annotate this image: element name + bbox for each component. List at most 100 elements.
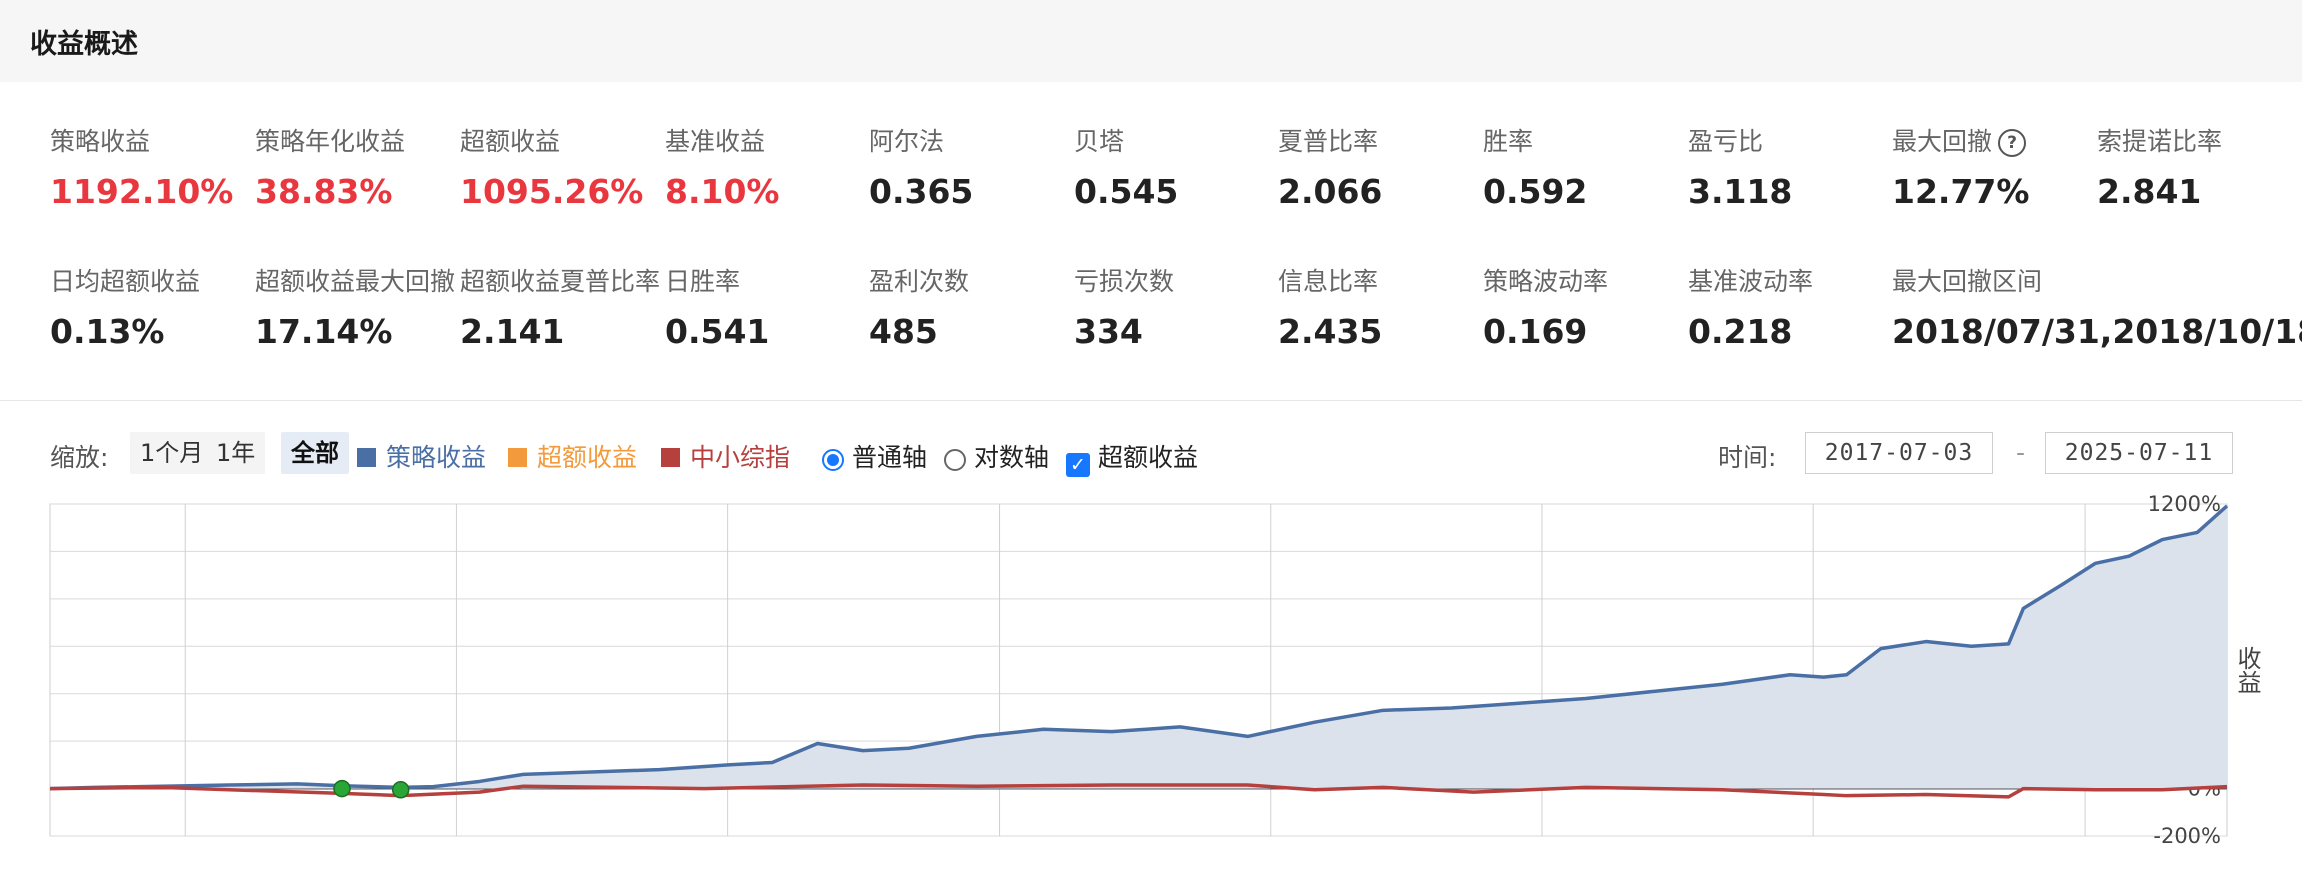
linear-axis-option[interactable]: 普通轴 <box>822 438 927 474</box>
metric-value: 17.14% <box>255 312 393 351</box>
metric-value: 2.141 <box>460 312 565 351</box>
metric-label-text: 夏普比率 <box>1278 127 1379 156</box>
help-icon[interactable]: ? <box>1998 129 2027 157</box>
metric-value: 0.365 <box>869 172 974 211</box>
y-tick-label: 1200% <box>2148 492 2221 516</box>
linear-axis-label: 普通轴 <box>852 443 928 472</box>
metric-label-text: 索提诺比率 <box>2097 127 2223 156</box>
metric-label: 盈亏比 <box>1688 122 1792 158</box>
metric-metrics_row1-6: 夏普比率 2.066 <box>1278 122 1382 211</box>
metric-metrics_row2-7: 策略波动率 0.169 <box>1483 262 1608 351</box>
metric-metrics_row1-1: 策略年化收益 38.83% <box>255 122 405 211</box>
metric-label: 策略波动率 <box>1483 262 1608 298</box>
y-tick-label: -200% <box>2153 824 2221 848</box>
metric-label: 超额收益夏普比率 <box>460 262 660 298</box>
metric-metrics_row2-3: 日胜率 0.541 <box>665 262 769 351</box>
chart-controls: 缩放: 1个月 1年 全部 策略收益 超额收益 中小综指 普通轴 对数轴 ✓ 超额… <box>0 430 2302 478</box>
metric-label: 超额收益 <box>460 122 643 158</box>
metric-label: 最大回撤区间 <box>1892 262 2302 298</box>
zoom-label: 缩放: <box>50 443 109 472</box>
metric-label: 基准波动率 <box>1688 262 1813 298</box>
legend-excess-return[interactable]: 超额收益 <box>508 438 637 474</box>
metric-label: 贝塔 <box>1074 122 1178 158</box>
metric-label: 日均超额收益 <box>50 262 200 298</box>
metric-label: 基准收益 <box>665 122 780 158</box>
metric-value: 2.066 <box>1278 172 1383 211</box>
metric-value: 8.10% <box>665 172 780 211</box>
metric-metrics_row2-5: 亏损次数 334 <box>1074 262 1174 351</box>
metric-value: 0.592 <box>1483 172 1588 211</box>
metric-value: 2018/07/31,2018/10/18 <box>1892 312 2302 351</box>
excess-return-toggle[interactable]: ✓ 超额收益 <box>1066 438 1198 477</box>
legend-strategy-return[interactable]: 策略收益 <box>357 438 486 474</box>
metric-metrics_row1-3: 基准收益 8.10% <box>665 122 780 211</box>
metric-label-text: 最大回撤 <box>1892 127 1993 156</box>
metric-label-text: 盈利次数 <box>869 267 970 296</box>
metric-label-text: 超额收益最大回撤 <box>255 267 456 296</box>
metric-value: 38.83% <box>255 172 393 211</box>
metric-value: 1192.10% <box>50 172 234 211</box>
legend-label: 策略收益 <box>386 443 487 472</box>
checkbox-checked-icon[interactable]: ✓ <box>1066 453 1090 477</box>
metric-metrics_row1-8: 盈亏比 3.118 <box>1688 122 1792 211</box>
y-axis-title: 收益 <box>2233 646 2261 694</box>
legend-label: 中小综指 <box>690 443 791 472</box>
log-axis-label: 对数轴 <box>974 443 1050 472</box>
metric-metrics_row2-6: 信息比率 2.435 <box>1278 262 1382 351</box>
metric-label-text: 亏损次数 <box>1074 267 1175 296</box>
metric-metrics_row1-10: 索提诺比率 2.841 <box>2097 122 2222 211</box>
metric-metrics_row1-9: 最大回撤? 12.77% <box>1892 122 2029 211</box>
metric-label: 策略收益 <box>50 122 233 158</box>
legend-benchmark-index[interactable]: 中小综指 <box>661 438 790 474</box>
metric-label-text: 信息比率 <box>1278 267 1379 296</box>
metric-label-text: 超额收益 <box>460 127 561 156</box>
metric-metrics_row1-0: 策略收益 1192.10% <box>50 122 233 211</box>
metric-metrics_row1-7: 胜率 0.592 <box>1483 122 1587 211</box>
metric-value: 0.169 <box>1483 312 1588 351</box>
metric-label-text: 盈亏比 <box>1688 127 1764 156</box>
metric-label: 超额收益最大回撤 <box>255 262 455 298</box>
metric-label: 夏普比率 <box>1278 122 1382 158</box>
header-bar: 收益概述 <box>0 0 2302 82</box>
metric-metrics_row2-2: 超额收益夏普比率 2.141 <box>460 262 660 351</box>
radio-checked-icon[interactable] <box>822 449 844 471</box>
metric-label: 阿尔法 <box>869 122 973 158</box>
metric-value: 2.435 <box>1278 312 1383 351</box>
metric-label-text: 日均超额收益 <box>50 267 201 296</box>
metric-metrics_row1-2: 超额收益 1095.26% <box>460 122 643 211</box>
metric-label-text: 最大回撤区间 <box>1892 267 2043 296</box>
radio-unchecked-icon[interactable] <box>944 449 966 471</box>
max-drawdown-marker <box>333 779 351 798</box>
metric-metrics_row1-5: 贝塔 0.545 <box>1074 122 1178 211</box>
metric-label-text: 胜率 <box>1483 127 1534 156</box>
legend-swatch <box>661 448 680 467</box>
excess-return-toggle-label: 超额收益 <box>1098 443 1199 472</box>
metric-label: 日胜率 <box>665 262 769 298</box>
metric-metrics_row2-4: 盈利次数 485 <box>869 262 969 351</box>
legend-swatch <box>357 448 376 467</box>
metric-value: 3.118 <box>1688 172 1793 211</box>
legend-label: 超额收益 <box>537 443 638 472</box>
zoom-all-button[interactable]: 全部 <box>281 432 349 474</box>
metric-metrics_row2-9: 最大回撤区间 2018/07/31,2018/10/18 <box>1892 262 2302 351</box>
log-axis-option[interactable]: 对数轴 <box>944 438 1049 474</box>
start-date-input[interactable]: 2017-07-03 <box>1805 432 1993 474</box>
section-divider <box>0 400 2302 401</box>
page-title: 收益概述 <box>30 29 138 60</box>
metric-label: 胜率 <box>1483 122 1587 158</box>
metric-value: 334 <box>1074 312 1143 351</box>
metric-label-text: 日胜率 <box>665 267 741 296</box>
date-separator: - <box>2016 438 2026 467</box>
max-drawdown-marker <box>391 781 410 799</box>
metric-metrics_row2-8: 基准波动率 0.218 <box>1688 262 1813 351</box>
end-date-input[interactable]: 2025-07-11 <box>2045 432 2233 474</box>
metric-label-text: 贝塔 <box>1074 127 1125 156</box>
metric-label: 亏损次数 <box>1074 262 1174 298</box>
metric-label: 最大回撤? <box>1892 122 2029 158</box>
zoom-1-month-button[interactable]: 1个月 <box>130 432 214 474</box>
metric-metrics_row1-4: 阿尔法 0.365 <box>869 122 973 211</box>
metric-value: 0.13% <box>50 312 165 351</box>
zoom-1-year-button[interactable]: 1年 <box>206 432 266 474</box>
returns-chart: -200%0%200%400%600%800%1000%1200%收益 <box>49 492 2261 848</box>
metric-label-text: 策略波动率 <box>1483 267 1609 296</box>
